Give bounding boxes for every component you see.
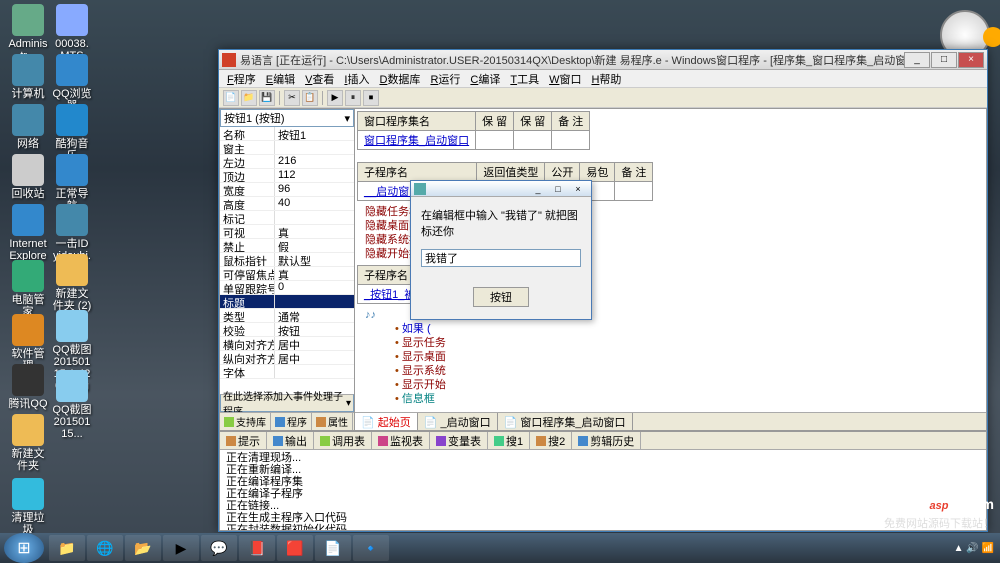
desktop-icon[interactable]: 回收站	[8, 154, 48, 200]
toolbar-btn[interactable]: ⏹	[363, 90, 379, 106]
titlebar[interactable]: 易语言 [正在运行] - C:\Users\Administrator.USER…	[219, 50, 987, 70]
dialog-input[interactable]	[421, 249, 581, 267]
desktop-icon[interactable]: QQ截图 20150115...	[52, 370, 92, 440]
toolbar-btn[interactable]: ▶	[327, 90, 343, 106]
dialog-close-icon[interactable]: ×	[568, 184, 588, 194]
menu-item[interactable]: F程序	[223, 70, 260, 88]
taskbar: ⊞ 📁🌐📂▶💬📕🟥📄🔹 ▲ 🔊 📶	[0, 533, 1000, 563]
system-tray[interactable]: ▲ 🔊 📶	[948, 543, 1000, 554]
toolbar-btn[interactable]: ✂	[284, 90, 300, 106]
window-title: 易语言 [正在运行] - C:\Users\Administrator.USER…	[240, 52, 904, 68]
property-row[interactable]: 窗主	[220, 141, 354, 155]
desktop-icon[interactable]: 腾讯QQ	[8, 364, 48, 410]
property-row[interactable]: 标记	[220, 211, 354, 225]
toolbar-btn[interactable]: 💾	[259, 90, 275, 106]
menu-item[interactable]: D数据库	[375, 70, 424, 88]
property-row[interactable]: 横向对齐方式居中	[220, 337, 354, 351]
property-row[interactable]: 可停留焦点真	[220, 267, 354, 281]
output-tab[interactable]: 提示	[220, 432, 267, 449]
taskbar-item[interactable]: 🔹	[353, 535, 389, 561]
property-row[interactable]: 鼠标指针默认型	[220, 253, 354, 267]
start-button[interactable]: ⊞	[4, 533, 44, 563]
desktop-icon[interactable]: 新建文件夹	[8, 414, 48, 472]
output-tab[interactable]: 监视表	[372, 432, 430, 449]
property-row[interactable]: 标题	[220, 295, 354, 309]
taskbar-item[interactable]: ▶	[163, 535, 199, 561]
menu-item[interactable]: H帮助	[587, 70, 625, 88]
app-icon	[222, 53, 236, 67]
runtime-dialog[interactable]: _ □ × 在编辑框中输入 "我错了" 就把图标还你 按钮	[410, 180, 592, 320]
ide-window: 易语言 [正在运行] - C:\Users\Administrator.USER…	[218, 49, 988, 532]
properties-panel: 按钮1 (按钮) 名称按钮1窗主左边216顶边112宽度96高度40标记可视真禁…	[219, 108, 355, 431]
menu-item[interactable]: C编译	[466, 70, 504, 88]
taskbar-item[interactable]: 📕	[239, 535, 275, 561]
property-row[interactable]: 单留跟踪号0	[220, 281, 354, 295]
close-button[interactable]: ×	[958, 52, 984, 68]
menu-item[interactable]: T工具	[506, 70, 543, 88]
menu-item[interactable]: V查看	[301, 70, 338, 88]
output-tab[interactable]: 变量表	[430, 432, 488, 449]
property-row[interactable]: 禁止假	[220, 239, 354, 253]
output-tab[interactable]: 调用表	[314, 432, 372, 449]
taskbar-item[interactable]: 🌐	[87, 535, 123, 561]
dialog-min-icon[interactable]: _	[528, 184, 548, 194]
menubar: F程序E编辑V查看I插入D数据库R运行C编译T工具W窗口H帮助	[219, 70, 987, 88]
property-row[interactable]: 左边216	[220, 155, 354, 169]
panel-tab[interactable]: 程序	[271, 413, 312, 430]
taskbar-item[interactable]: 💬	[201, 535, 237, 561]
panel-tab[interactable]: 支持库	[220, 413, 271, 430]
editor-tab[interactable]: 📄 起始页	[355, 413, 418, 430]
menu-item[interactable]: R运行	[426, 70, 464, 88]
dialog-label: 在编辑框中输入 "我错了" 就把图标还你	[421, 207, 581, 239]
property-row[interactable]: 字体	[220, 365, 354, 379]
toolbar-btn[interactable]: 📄	[223, 90, 239, 106]
maximize-button[interactable]: □	[931, 52, 957, 68]
toolbar: 📄 📁 💾 ✂ 📋 ▶ ⏸ ⏹	[219, 88, 987, 108]
toolbar-btn[interactable]: 📋	[302, 90, 318, 106]
taskbar-item[interactable]: 📂	[125, 535, 161, 561]
desktop: Administr...计算机网络回收站Internet Explorer电脑管…	[0, 0, 1000, 563]
desktop-icon[interactable]: 电脑管家	[8, 260, 48, 318]
panel-tab[interactable]: 属性	[312, 413, 353, 430]
property-row[interactable]: 可视真	[220, 225, 354, 239]
dialog-titlebar[interactable]: _ □ ×	[411, 181, 591, 197]
editor-tab[interactable]: 📄 窗口程序集_启动窗口	[498, 413, 633, 430]
property-row[interactable]: 顶边112	[220, 169, 354, 183]
taskbar-item[interactable]: 🟥	[277, 535, 313, 561]
dialog-max-icon[interactable]: □	[548, 184, 568, 194]
property-row[interactable]: 纵向对齐方式居中	[220, 351, 354, 365]
output-content[interactable]: 正在清理现场...正在重新编译...正在编译程序集正在编译子程序正在链接...正…	[220, 450, 986, 530]
menu-item[interactable]: I插入	[340, 70, 373, 88]
menu-item[interactable]: E编辑	[262, 70, 299, 88]
toolbar-btn[interactable]: ⏸	[345, 90, 361, 106]
watermark: aspku.com 免费网站源码下载站！	[884, 489, 994, 531]
output-tab[interactable]: 搜2	[530, 432, 572, 449]
dialog-icon	[414, 183, 426, 195]
property-grid[interactable]: 名称按钮1窗主左边216顶边112宽度96高度40标记可视真禁止假鼠标指针默认型…	[220, 127, 354, 394]
desktop-icon[interactable]: 网络	[8, 104, 48, 150]
desktop-icon[interactable]: 新建文件夹 (2)	[52, 254, 92, 312]
taskbar-item[interactable]: 📁	[49, 535, 85, 561]
minimize-button[interactable]: _	[904, 52, 930, 68]
dialog-button[interactable]: 按钮	[473, 287, 529, 307]
property-row[interactable]: 校验按钮	[220, 323, 354, 337]
property-row[interactable]: 类型通常	[220, 309, 354, 323]
assembly-link[interactable]: 窗口程序集_启动窗口	[358, 131, 476, 150]
menu-item[interactable]: W窗口	[545, 70, 585, 88]
event-combo[interactable]: 在此选择添加入事件处理子程序	[220, 394, 354, 412]
property-row[interactable]: 高度40	[220, 197, 354, 211]
output-tab[interactable]: 搜1	[488, 432, 530, 449]
desktop-icon[interactable]: 清理垃圾	[8, 478, 48, 536]
editor-tab[interactable]: 📄 _启动窗口	[418, 413, 498, 430]
output-tab[interactable]: 输出	[267, 432, 314, 449]
object-combo[interactable]: 按钮1 (按钮)	[220, 109, 354, 127]
property-row[interactable]: 宽度96	[220, 183, 354, 197]
toolbar-btn[interactable]: 📁	[241, 90, 257, 106]
output-tab[interactable]: 剪辑历史	[572, 432, 641, 449]
property-row[interactable]: 名称按钮1	[220, 127, 354, 141]
desktop-icon[interactable]: 计算机	[8, 54, 48, 100]
output-panel: 提示输出调用表监视表变量表搜1搜2剪辑历史 正在清理现场...正在重新编译...…	[219, 431, 987, 531]
taskbar-item[interactable]: 📄	[315, 535, 351, 561]
